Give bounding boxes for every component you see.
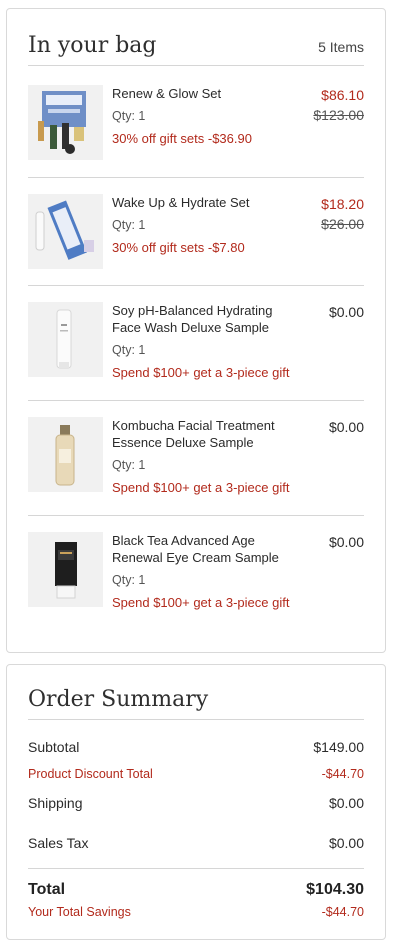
item-quantity: Qty: 1 [112, 109, 146, 123]
subtotal-row: Subtotal $149.00 [28, 739, 364, 755]
order-summary-title: Order Summary [28, 687, 364, 720]
product-image[interactable] [28, 85, 103, 160]
order-summary-panel: Order Summary Subtotal $149.00 Product D… [6, 664, 386, 940]
subtotal-value: $149.00 [313, 739, 364, 755]
bag-item[interactable]: Wake Up & Hydrate Set Qty: 1 30% off gif… [28, 177, 364, 286]
item-price: $86.10 [321, 87, 364, 103]
bag-item[interactable]: Kombucha Facial Treatment Essence Deluxe… [28, 400, 364, 516]
item-price: $18.20 [321, 196, 364, 212]
item-name[interactable]: Soy pH-Balanced Hydrating Face Wash Delu… [112, 302, 302, 336]
item-promo: 30% off gift sets -$7.80 [112, 240, 245, 255]
subtotal-label: Subtotal [28, 739, 80, 755]
item-promo: 30% off gift sets -$36.90 [112, 131, 252, 146]
tax-label: Sales Tax [28, 835, 89, 851]
product-image[interactable] [28, 532, 103, 607]
product-image[interactable] [28, 194, 103, 269]
discount-row: Product Discount Total -$44.70 [28, 767, 364, 781]
item-price: $0.00 [328, 534, 364, 550]
savings-label: Your Total Savings [28, 905, 131, 919]
tax-value: $0.00 [328, 835, 364, 851]
total-row: Total $104.30 [28, 881, 364, 899]
item-name[interactable]: Wake Up & Hydrate Set [112, 194, 302, 211]
item-quantity: Qty: 1 [112, 458, 146, 472]
item-quantity: Qty: 1 [112, 343, 146, 357]
savings-row: Your Total Savings -$44.70 [28, 905, 364, 919]
shipping-label: Shipping [28, 795, 83, 811]
item-quantity: Qty: 1 [112, 573, 146, 587]
item-name[interactable]: Black Tea Advanced Age Renewal Eye Cream… [112, 532, 302, 566]
bag-header: In your bag 5 Items [28, 31, 364, 66]
item-promo: Spend $100+ get a 3-piece gift [112, 595, 290, 610]
total-value: $104.30 [306, 881, 364, 898]
item-name[interactable]: Kombucha Facial Treatment Essence Deluxe… [112, 417, 302, 451]
item-quantity: Qty: 1 [112, 218, 146, 232]
item-price: $0.00 [328, 304, 364, 320]
total-divider [28, 868, 364, 869]
discount-label: Product Discount Total [28, 767, 153, 781]
bag-panel: In your bag 5 Items Renew & Glow Set Qty… [6, 8, 386, 653]
item-original-price: $26.00 [321, 216, 364, 232]
bag-item-count: 5 Items [318, 39, 364, 55]
shipping-value: $0.00 [328, 795, 364, 811]
bag-title: In your bag [28, 33, 157, 58]
item-name[interactable]: Renew & Glow Set [112, 85, 302, 102]
total-label: Total [28, 881, 66, 898]
bag-item[interactable]: Renew & Glow Set Qty: 1 30% off gift set… [28, 77, 364, 177]
item-price: $0.00 [328, 419, 364, 435]
bag-item[interactable]: Black Tea Advanced Age Renewal Eye Cream… [28, 515, 364, 631]
bag-item[interactable]: Soy pH-Balanced Hydrating Face Wash Delu… [28, 285, 364, 401]
product-image[interactable] [28, 302, 103, 377]
shipping-row: Shipping $0.00 [28, 795, 364, 811]
discount-value: -$44.70 [321, 767, 364, 781]
product-image[interactable] [28, 417, 103, 492]
item-original-price: $123.00 [313, 107, 364, 123]
item-promo: Spend $100+ get a 3-piece gift [112, 365, 290, 380]
savings-value: -$44.70 [321, 905, 364, 919]
item-promo: Spend $100+ get a 3-piece gift [112, 480, 290, 495]
tax-row: Sales Tax $0.00 [28, 835, 364, 851]
